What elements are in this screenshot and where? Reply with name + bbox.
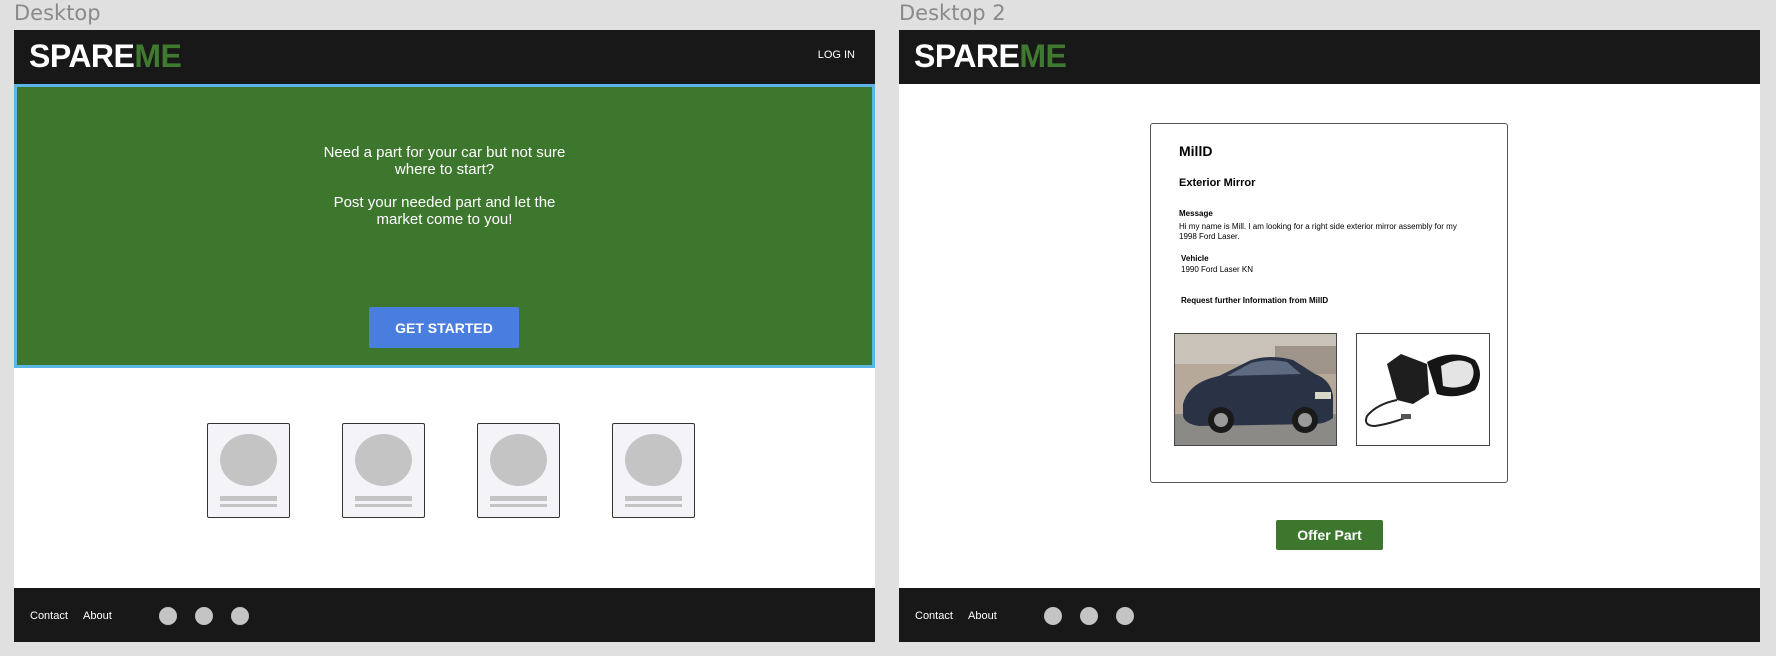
footer: Contact About bbox=[899, 588, 1760, 642]
placeholder-card[interactable] bbox=[612, 423, 695, 518]
logo-me: ME bbox=[1019, 38, 1067, 74]
footer-contact-link[interactable]: Contact bbox=[915, 610, 953, 622]
text-placeholder bbox=[220, 496, 277, 501]
navbar: SPAREME LOG IN bbox=[14, 30, 875, 84]
text-placeholder bbox=[220, 504, 277, 507]
mirror-image bbox=[1357, 334, 1489, 445]
mirror-photo bbox=[1356, 333, 1490, 446]
placeholder-card[interactable] bbox=[207, 423, 290, 518]
desktop-2-frame: SPAREME MillD Exterior Mirror Message Hi… bbox=[899, 30, 1760, 642]
text-placeholder bbox=[355, 496, 412, 501]
part-request-card: MillD Exterior Mirror Message Hi my name… bbox=[1150, 123, 1508, 483]
footer-contact-link[interactable]: Contact bbox=[30, 610, 68, 622]
logo-spare: SPARE bbox=[914, 38, 1020, 74]
social-icon[interactable] bbox=[195, 607, 213, 625]
request-info-link[interactable]: Request further Information from MillD bbox=[1181, 296, 1328, 305]
social-icon[interactable] bbox=[231, 607, 249, 625]
social-icon[interactable] bbox=[159, 607, 177, 625]
logo[interactable]: SPAREME bbox=[914, 38, 1067, 74]
hero-question: Need a part for your car but not sure wh… bbox=[17, 144, 872, 178]
hero-pitch: Post your needed part and let the market… bbox=[17, 194, 872, 228]
part-name: Exterior Mirror bbox=[1179, 177, 1256, 189]
image-placeholder bbox=[625, 434, 682, 486]
image-placeholder bbox=[355, 434, 412, 486]
text-placeholder bbox=[625, 496, 682, 501]
car-photo bbox=[1174, 333, 1337, 446]
message-label: Message bbox=[1179, 209, 1213, 218]
logo-spare: SPARE bbox=[29, 38, 135, 74]
footer-about-link[interactable]: About bbox=[83, 610, 112, 622]
frame-label-desktop: Desktop bbox=[14, 1, 101, 25]
requester-name: MillD bbox=[1179, 143, 1213, 159]
footer-about-link[interactable]: About bbox=[968, 610, 997, 622]
image-placeholder bbox=[220, 434, 277, 486]
logo[interactable]: SPAREME bbox=[29, 38, 182, 74]
offer-part-button[interactable]: Offer Part bbox=[1276, 520, 1383, 550]
social-icon[interactable] bbox=[1116, 607, 1134, 625]
message-text-line: 1998 Ford Laser. bbox=[1179, 232, 1240, 241]
vehicle-label: Vehicle bbox=[1181, 254, 1209, 263]
login-link[interactable]: LOG IN bbox=[818, 49, 855, 61]
text-placeholder bbox=[490, 504, 547, 507]
navbar: SPAREME bbox=[899, 30, 1760, 84]
hero-line: where to start? bbox=[394, 161, 495, 178]
hero-section: Need a part for your car but not sure wh… bbox=[14, 84, 875, 368]
text-placeholder bbox=[490, 496, 547, 501]
placeholder-card[interactable] bbox=[342, 423, 425, 518]
footer: Contact About bbox=[14, 588, 875, 642]
social-icon[interactable] bbox=[1080, 607, 1098, 625]
placeholder-card[interactable] bbox=[477, 423, 560, 518]
text-placeholder bbox=[625, 504, 682, 507]
social-icon[interactable] bbox=[1044, 607, 1062, 625]
hero-line: Need a part for your car but not sure bbox=[323, 144, 566, 161]
image-placeholder bbox=[490, 434, 547, 486]
hero-line: market come to you! bbox=[376, 211, 513, 228]
vehicle-value: 1990 Ford Laser KN bbox=[1181, 265, 1254, 274]
text-placeholder bbox=[355, 504, 412, 507]
message-text-line: Hi my name is Mill. I am looking for a r… bbox=[1179, 222, 1457, 231]
logo-me: ME bbox=[134, 38, 182, 74]
desktop-frame: SPAREME LOG IN Need a part for your car … bbox=[14, 30, 875, 642]
hero-line: Post your needed part and let the bbox=[333, 194, 556, 211]
car-image bbox=[1175, 334, 1336, 445]
get-started-button[interactable]: GET STARTED bbox=[369, 307, 519, 348]
frame-label-desktop-2: Desktop 2 bbox=[899, 1, 1006, 25]
